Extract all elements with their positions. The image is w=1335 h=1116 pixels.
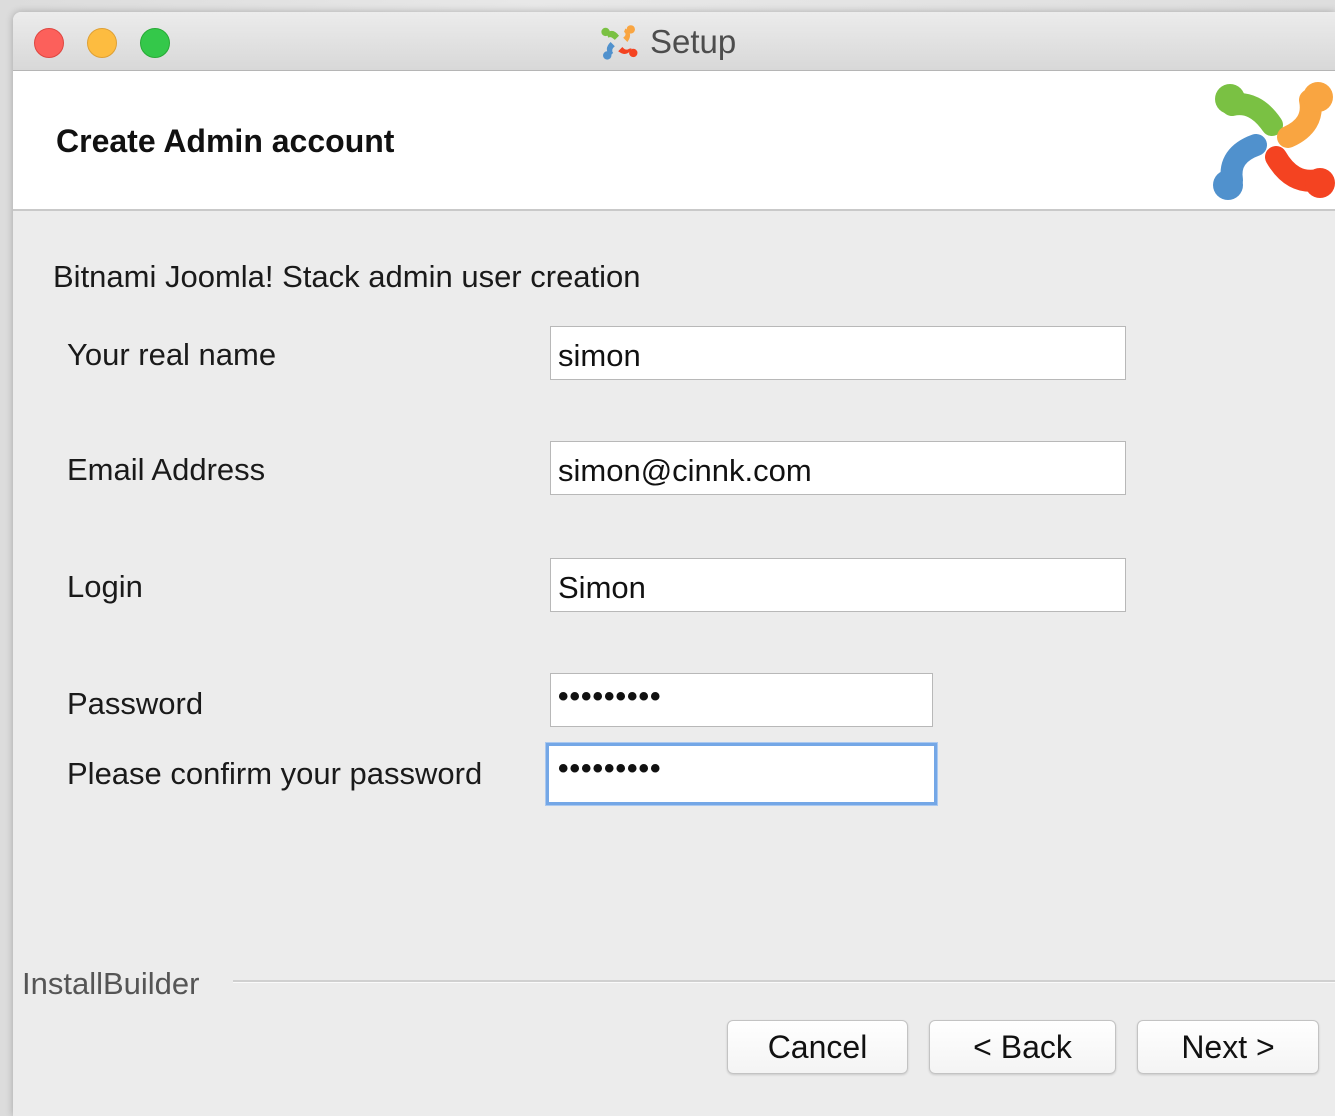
footer-divider: [233, 980, 1335, 983]
window-title-text: Setup: [650, 23, 737, 60]
confirm-password-input[interactable]: •••••••••: [546, 743, 937, 805]
email-label: Email Address: [67, 452, 266, 487]
form-subtitle: Bitnami Joomla! Stack admin user creatio…: [53, 259, 641, 294]
password-value: •••••••••: [558, 680, 662, 713]
setup-window: Setup Create Admin account Bitnami Jooml…: [13, 12, 1335, 1116]
next-button[interactable]: Next >: [1137, 1020, 1319, 1074]
real-name-input[interactable]: simon: [550, 326, 1126, 380]
password-label: Password: [67, 686, 204, 721]
window-title: Setup: [598, 22, 736, 62]
joomla-logo-icon: [1213, 82, 1335, 200]
confirm-password-value: •••••••••: [558, 752, 662, 785]
confirm-password-label: Please confirm your password: [67, 756, 483, 791]
page-header: Create Admin account: [13, 71, 1335, 211]
title-bar[interactable]: Setup: [13, 12, 1335, 71]
password-input[interactable]: •••••••••: [550, 673, 933, 727]
close-window-button[interactable]: [34, 28, 64, 58]
joomla-app-icon: [601, 25, 638, 60]
login-input[interactable]: Simon: [550, 558, 1126, 612]
page-title: Create Admin account: [56, 123, 395, 159]
email-input[interactable]: simon@cinnk.com: [550, 441, 1126, 495]
cancel-button[interactable]: Cancel: [727, 1020, 908, 1074]
minimize-window-button[interactable]: [87, 28, 117, 58]
real-name-label: Your real name: [67, 337, 277, 372]
maximize-window-button[interactable]: [140, 28, 170, 58]
login-label: Login: [67, 569, 143, 604]
installbuilder-label: InstallBuilder: [22, 966, 208, 1002]
back-button[interactable]: < Back: [929, 1020, 1116, 1074]
